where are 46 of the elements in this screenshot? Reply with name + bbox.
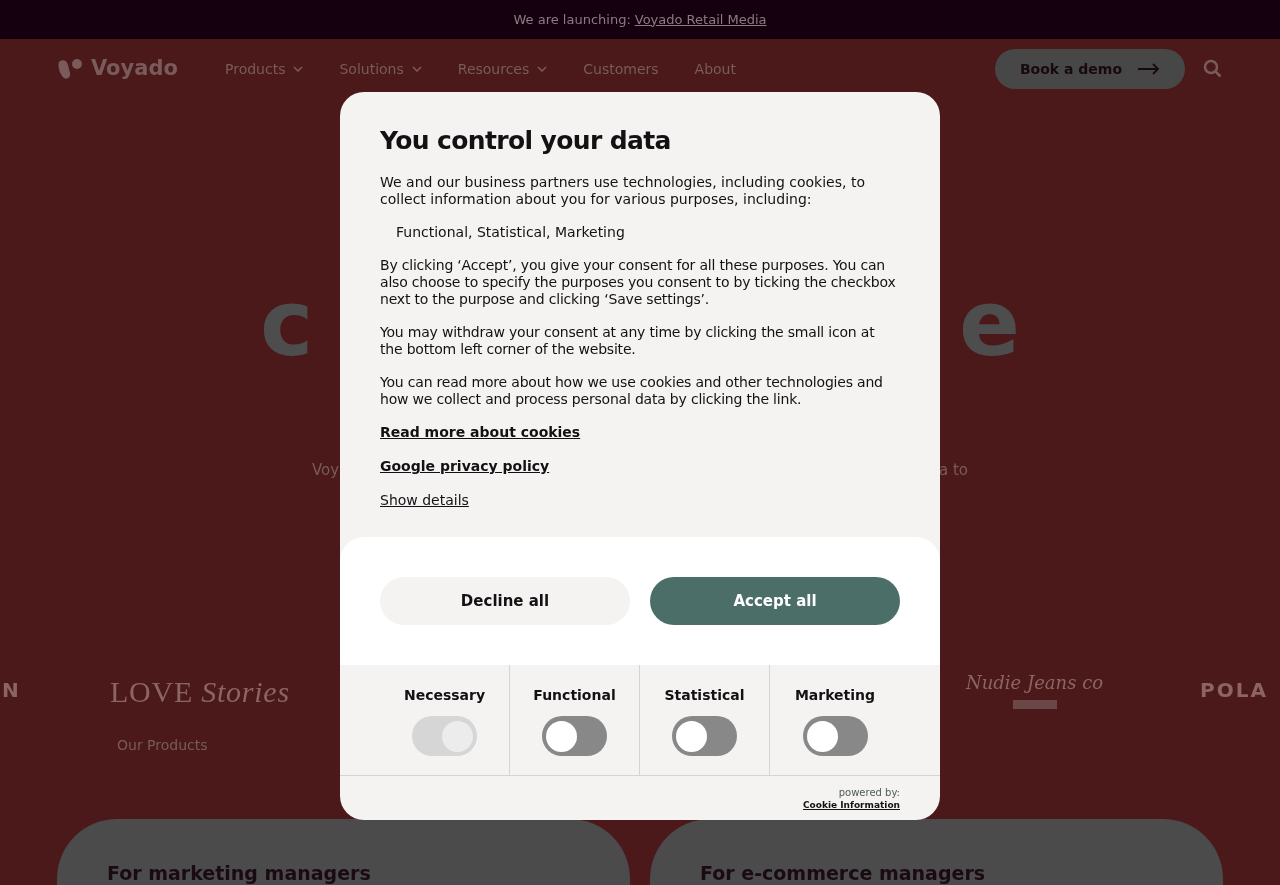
dialog-title: You control your data xyxy=(380,126,672,156)
search-icon[interactable] xyxy=(1203,59,1223,79)
consent-paragraph: You can read more about how we use cookies and other technologies and how we collect and process personal data by clicking the link. xyxy=(380,374,884,408)
chevron-down-icon xyxy=(411,66,422,72)
arrow-right-icon xyxy=(1138,63,1161,75)
card-title: For marketing managers xyxy=(107,861,371,884)
policy-link[interactable]: Google privacy policy xyxy=(380,458,550,474)
product-card[interactable]: For e-commerce managers xyxy=(650,818,1223,885)
purposes-text: Functional, Statistical, Marketing xyxy=(395,224,626,241)
nav-link[interactable]: About xyxy=(694,58,736,80)
intro-text: We and our business partners use technologies, including cookies, to collect information about you for various purposes, including: xyxy=(380,174,866,208)
product-card[interactable]: For marketing managers xyxy=(57,818,630,885)
nav-link[interactable]: Customers xyxy=(583,58,659,80)
toggle-switch[interactable] xyxy=(542,716,607,756)
decline-all-button[interactable]: Decline all xyxy=(380,577,630,625)
chevron-down-icon xyxy=(537,66,548,72)
logo-text: Voyado xyxy=(91,55,178,83)
hero-subtitle: Voy xyxy=(312,460,340,481)
toggle-label: Functional xyxy=(533,686,616,705)
nav-link[interactable]: Resources xyxy=(457,58,548,80)
brand-logo: LOVE Stories xyxy=(110,674,290,708)
nav-link[interactable]: Solutions xyxy=(339,58,422,80)
brand-logo: Nudie Jeans co xyxy=(966,668,1104,709)
card-title: For e-commerce managers xyxy=(700,861,986,884)
nav-link[interactable]: Products xyxy=(225,58,304,80)
toggle-label: Necessary xyxy=(403,686,486,705)
hero-subtitle: a to xyxy=(938,460,968,481)
logo-icon xyxy=(57,58,83,80)
toggle-switch[interactable] xyxy=(802,716,868,756)
brand-logo: N xyxy=(2,677,21,702)
toggle-switch[interactable] xyxy=(672,716,737,756)
brand-logo: POLA xyxy=(1200,677,1268,702)
policy-link[interactable]: Read more about cookies xyxy=(380,424,581,440)
toggle-label: Marketing xyxy=(794,686,876,705)
provider-link[interactable]: Cookie Information xyxy=(803,799,900,811)
announcement-link[interactable]: Voyado Retail Media xyxy=(634,9,767,30)
section-label: Our Products xyxy=(117,736,208,753)
show-details-link[interactable]: Show details xyxy=(380,492,469,509)
consent-paragraph: By clicking ‘Accept’, you give your consent for all these purposes. You can also choose to specify the purposes you consent to by ticking the checkbox next to the purpose and clicking ‘Save settings’. xyxy=(380,257,897,308)
book-demo-button[interactable]: Book a demo xyxy=(995,49,1185,89)
chevron-down-icon xyxy=(293,66,304,72)
consent-paragraph: You may withdraw your consent at any time by clicking the small icon at the bottom left corner of the website. xyxy=(380,324,876,358)
accept-all-button[interactable]: Accept all xyxy=(650,577,900,625)
announcement-text: We are launching: xyxy=(513,10,631,29)
toggle-label: Statistical xyxy=(664,686,745,705)
powered-by-text: powered by: xyxy=(838,787,900,799)
